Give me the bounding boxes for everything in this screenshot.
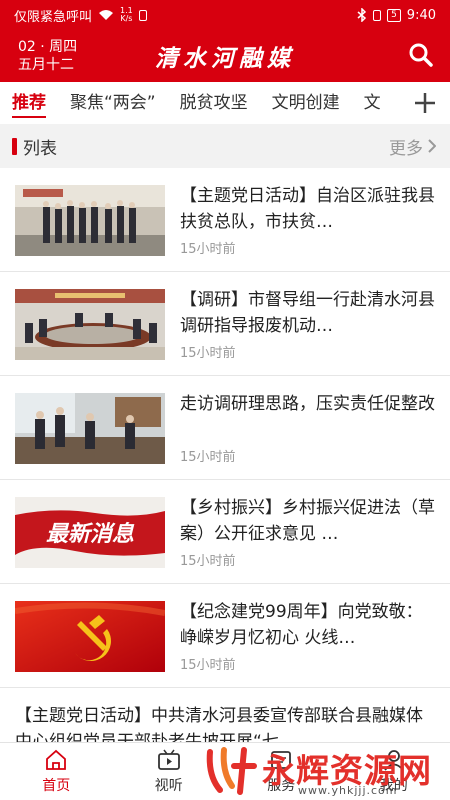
list-section-header: 列表 更多 <box>0 124 450 168</box>
news-title: 【调研】市督导组一行赴清水河县调研指导报废机动… <box>180 290 435 336</box>
tab-poverty-alleviation[interactable]: 脱贫攻坚 <box>168 82 260 124</box>
bottom-navigation: 首页 视听 服务 我的 <box>0 742 450 800</box>
nav-video[interactable]: 视听 <box>113 743 226 800</box>
nav-profile-label: 我的 <box>379 777 408 794</box>
news-time: 15小时前 <box>180 554 236 569</box>
list-item[interactable]: 【主题党日活动】自治区派驻我县扶贫总队，市扶贫… 15小时前 <box>0 168 450 272</box>
tab-recommend[interactable]: 推荐 <box>0 82 58 124</box>
news-list: 【主题党日活动】自治区派驻我县扶贫总队，市扶贫… 15小时前 【调研】市督导组一… <box>0 168 450 758</box>
user-icon <box>384 749 404 771</box>
service-icon <box>271 750 292 769</box>
list-item[interactable]: 走访调研理思路，压实责任促整改 15小时前 <box>0 376 450 480</box>
news-time: 15小时前 <box>180 658 236 673</box>
nav-home[interactable]: 首页 <box>0 743 113 800</box>
home-icon <box>46 749 67 770</box>
clock: 9:40 <box>406 7 436 23</box>
nav-service[interactable]: 服务 <box>225 743 338 800</box>
bluetooth-icon <box>357 8 367 22</box>
vibrate-icon <box>373 9 382 21</box>
search-button[interactable] <box>408 42 434 68</box>
section-title: 列表 <box>23 138 57 159</box>
battery-icon: 5 <box>387 8 401 22</box>
app-title: 清水河融媒 <box>155 45 295 72</box>
news-title: 【主题党日活动】自治区派驻我县扶贫总队，市扶贫… <box>180 186 435 232</box>
news-thumbnail <box>15 601 165 672</box>
nav-profile[interactable]: 我的 <box>338 743 450 800</box>
carrier-text: 仅限紧急呼叫 <box>14 9 93 25</box>
tab-more-partial[interactable]: 文 <box>352 82 393 124</box>
notification-icon <box>138 9 147 21</box>
section-accent-bar <box>12 137 17 155</box>
news-thumbnail <box>15 393 165 464</box>
news-thumbnail <box>15 289 165 360</box>
app-header: 02 · 周四 五月十二 清水河融媒 <box>0 30 450 82</box>
list-item[interactable]: 【调研】市督导组一行赴清水河县调研指导报废机动… 15小时前 <box>0 272 450 376</box>
more-link[interactable]: 更多 <box>389 134 436 159</box>
wifi-icon <box>99 10 114 20</box>
nav-video-label: 视听 <box>154 777 183 794</box>
plus-icon <box>415 93 435 113</box>
news-title: 走访调研理思路，压实责任促整改 <box>180 394 435 414</box>
list-item[interactable]: 【纪念建党99周年】向党致敬：峥嵘岁月忆初心 火线… 15小时前 <box>0 584 450 688</box>
search-icon <box>409 43 433 67</box>
chevron-right-icon <box>428 139 436 153</box>
list-item[interactable]: 最新消息 【乡村振兴】乡村振兴促进法（草案）公开征求意见 … 15小时前 <box>0 480 450 584</box>
news-title: 【乡村振兴】乡村振兴促进法（草案）公开征求意见 … <box>180 498 435 544</box>
news-thumbnail: 最新消息 <box>15 497 165 568</box>
nav-home-label: 首页 <box>42 777 71 794</box>
status-bar: 仅限紧急呼叫 1.1 K/s 5 9:40 <box>0 0 450 30</box>
network-speed: 1.1 K/s <box>120 6 133 23</box>
news-time: 15小时前 <box>180 242 236 257</box>
news-time: 15小时前 <box>180 346 236 361</box>
thumbnail-banner-text: 最新消息 <box>46 521 135 547</box>
category-tabs: 推荐 聚焦“两会” 脱贫攻坚 文明创建 文 <box>0 82 450 124</box>
news-thumbnail <box>15 185 165 256</box>
news-time: 15小时前 <box>180 450 236 465</box>
tab-two-sessions[interactable]: 聚焦“两会” <box>58 82 168 124</box>
add-tab-button[interactable] <box>408 86 442 120</box>
video-icon <box>157 749 180 770</box>
tab-civilization[interactable]: 文明创建 <box>260 82 352 124</box>
news-title: 【纪念建党99周年】向党致敬：峥嵘岁月忆初心 火线… <box>180 602 423 648</box>
nav-service-label: 服务 <box>267 777 296 794</box>
